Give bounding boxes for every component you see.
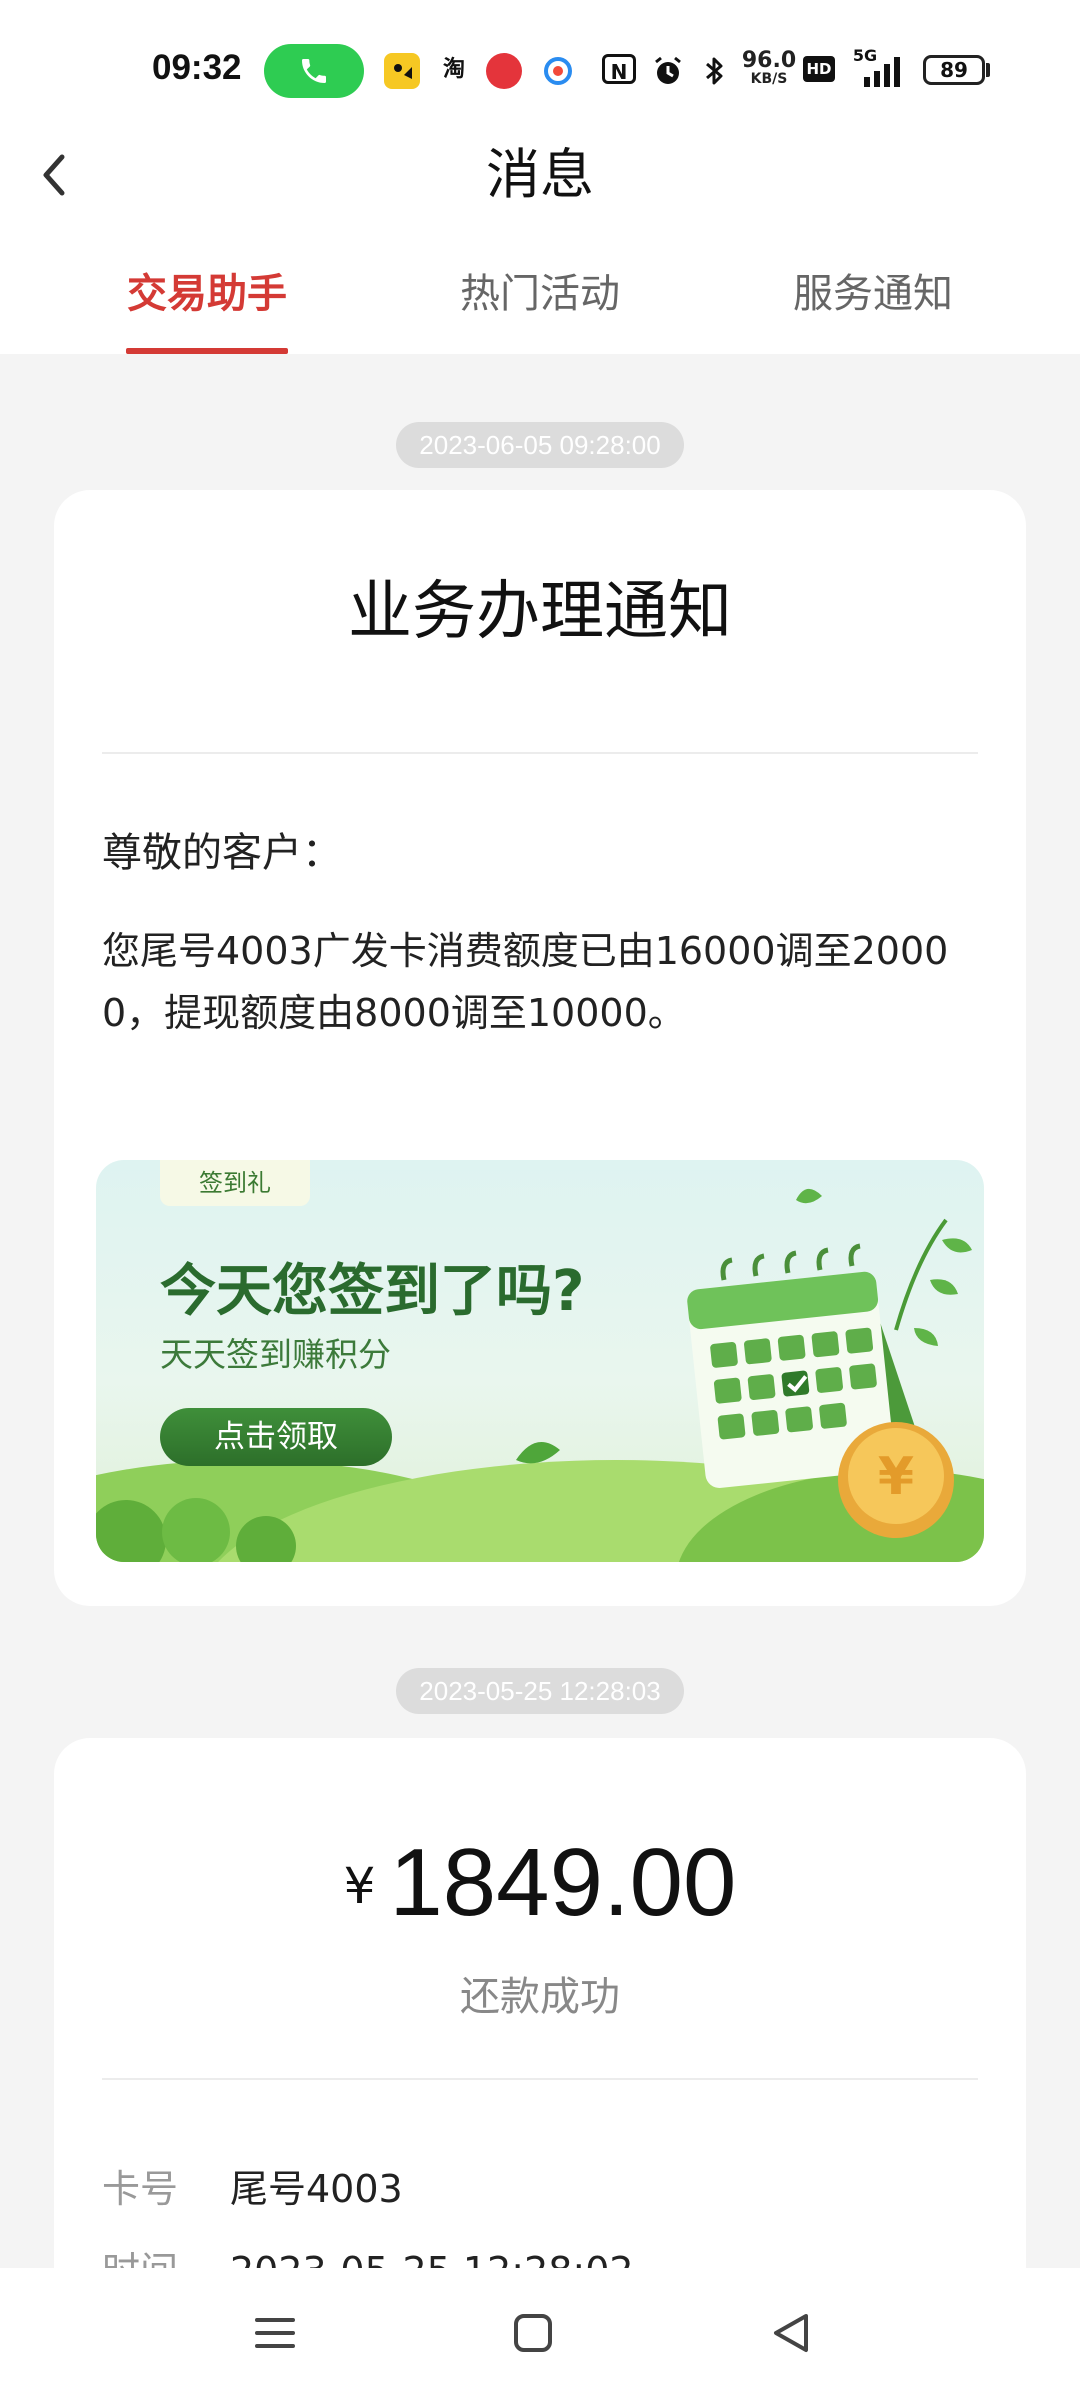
bird-app-icon: [384, 53, 420, 89]
detail-row-card-number: 卡号 尾号4003: [102, 2158, 403, 2213]
app-circle-icon: [540, 53, 576, 89]
message-timestamp: 2023-06-05 09:28:00: [396, 422, 684, 468]
notice-body: 您尾号4003广发卡消费额度已由16000调至20000，提现额度由8000调至…: [102, 929, 949, 1035]
nfc-icon: N: [602, 54, 636, 84]
banner-tag: 签到礼: [160, 1160, 310, 1206]
menu-button[interactable]: [240, 2298, 310, 2368]
network-speed-unit: KB/S: [750, 71, 788, 87]
notice-title: 业务办理通知: [348, 575, 732, 649]
svg-text:¥: ¥: [878, 1447, 914, 1507]
message-card-notice[interactable]: 业务办理通知 尊敬的客户： 您尾号4003广发卡消费额度已由16000调至200…: [54, 490, 1026, 1606]
signin-promo-banner[interactable]: ¥ 签到礼 今天您签到了吗? 天天签到赚积分 点击领取: [96, 1160, 984, 1562]
system-nav-bar: [0, 2268, 1080, 2400]
currency-symbol: ¥: [343, 1857, 376, 1915]
banner-subtitle: 天天签到赚积分: [160, 1335, 391, 1374]
tab-bar: 交易助手 热门活动 服务通知: [0, 254, 1080, 354]
taobao-icon: 淘: [442, 57, 465, 82]
detail-label: 卡号: [102, 2167, 179, 2211]
nav-back-button[interactable]: [756, 2298, 826, 2368]
page-title: 消息: [486, 143, 594, 206]
battery-tip: [986, 63, 990, 77]
tab-trade-assistant[interactable]: 交易助手: [104, 254, 310, 354]
square-home-icon: [514, 2314, 552, 2352]
card-divider: [102, 2078, 978, 2080]
phone-icon: [302, 59, 326, 83]
bluetooth-icon: [696, 53, 732, 89]
claim-button[interactable]: 点击领取: [160, 1408, 392, 1466]
active-tab-indicator: [126, 348, 288, 354]
battery-indicator: 89: [923, 55, 985, 85]
menu-icon: [255, 2318, 295, 2348]
triangle-back-icon: [774, 2314, 808, 2352]
notice-greeting: 尊敬的客户：: [102, 830, 342, 876]
network-speed: 96.0 KB/S: [741, 48, 797, 87]
alarm-icon: [650, 53, 686, 89]
ongoing-call-pill[interactable]: [264, 44, 364, 98]
shopping-618-icon: [486, 53, 522, 89]
status-time: 09:32: [152, 48, 242, 87]
cell-signal-icon: [862, 53, 910, 89]
message-card-repayment[interactable]: ¥1849.00 还款成功 卡号尾号4003 时间2023-05-25 12:2…: [54, 1738, 1026, 2338]
network-speed-value: 96.0: [741, 48, 797, 73]
tab-hot-activities[interactable]: 热门活动: [437, 254, 643, 354]
card-divider: [102, 752, 978, 754]
hd-badge: HD: [803, 56, 835, 82]
repayment-status: 还款成功: [460, 1974, 620, 2020]
message-timestamp: 2023-05-25 12:28:03: [396, 1668, 684, 1714]
top-area: 09:32 淘 N 96.0 KB/S HD 5G 89 消息 交易助手 热门活…: [0, 0, 1080, 354]
tab-service-notices[interactable]: 服务通知: [770, 254, 976, 354]
detail-value: 尾号4003: [230, 2167, 403, 2211]
home-button[interactable]: [498, 2298, 568, 2368]
banner-headline: 今天您签到了吗?: [160, 1259, 585, 1324]
repayment-amount: ¥1849.00: [54, 1828, 1026, 1938]
amount-value: 1849.00: [389, 1829, 737, 1936]
status-bar: 09:32 淘 N 96.0 KB/S HD 5G 89: [0, 0, 1080, 140]
